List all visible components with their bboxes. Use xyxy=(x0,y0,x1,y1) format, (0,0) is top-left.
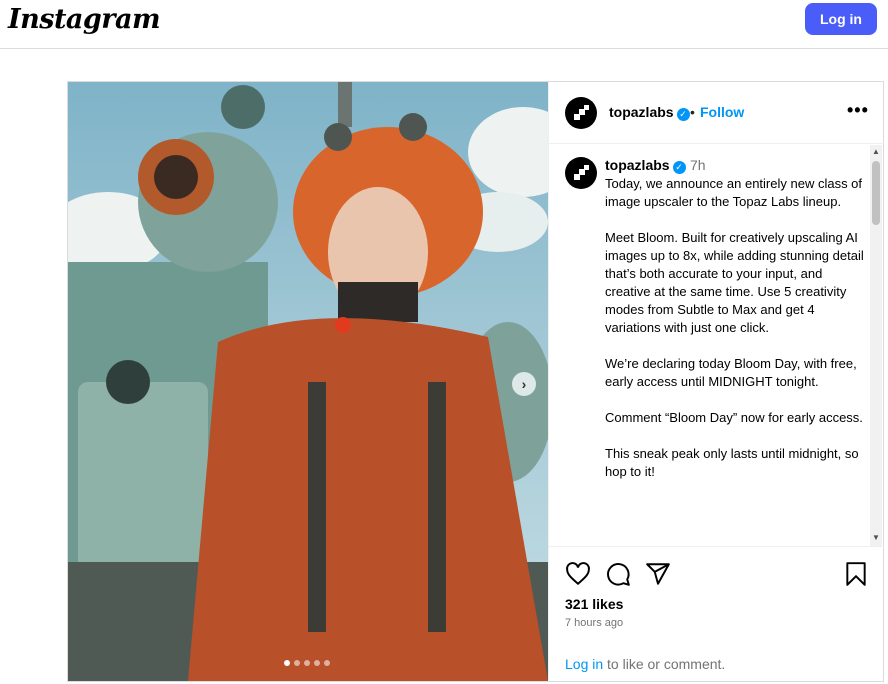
login-link[interactable]: Log in xyxy=(565,656,603,672)
post-header: topazlabs ✓ • Follow ••• xyxy=(549,82,884,144)
caption-area: topazlabs ✓ 7h Today, we announce an enti… xyxy=(549,145,884,546)
share-icon[interactable] xyxy=(645,561,671,587)
caption-scrollbar[interactable]: ▲ ▼ xyxy=(870,145,882,546)
verified-badge-icon: ✓ xyxy=(672,161,686,174)
carousel-dot xyxy=(284,660,290,666)
post-actions: 321 likes 7 hours ago Log in to like or … xyxy=(549,546,884,681)
author-username[interactable]: topazlabs ✓ xyxy=(609,104,690,121)
post-dialog: › topazlabs ✓ • Follow ••• topazlabs ✓ 7… xyxy=(67,81,884,682)
next-image-arrow-icon[interactable]: › xyxy=(512,372,536,396)
comment-icon[interactable] xyxy=(605,561,631,587)
login-button[interactable]: Log in xyxy=(805,3,877,35)
verified-badge-icon: ✓ xyxy=(676,108,690,121)
carousel-dot xyxy=(294,660,300,666)
post-time-ago: 7 hours ago xyxy=(565,617,624,629)
caption-username[interactable]: topazlabs ✓ xyxy=(605,157,686,174)
instagram-logo[interactable]: Instagram xyxy=(8,4,161,35)
save-bookmark-icon[interactable] xyxy=(843,561,869,587)
carousel-dot xyxy=(304,660,310,666)
scroll-thumb[interactable] xyxy=(872,161,880,225)
more-options-icon[interactable]: ••• xyxy=(847,100,869,121)
caption-time: 7h xyxy=(690,157,706,173)
top-bar: Instagram Log in xyxy=(0,0,888,49)
author-avatar[interactable] xyxy=(565,97,597,129)
carousel-dot xyxy=(324,660,330,666)
likes-count[interactable]: 321 likes xyxy=(565,596,623,612)
caption-text: Today, we announce an entirely new class… xyxy=(605,176,864,479)
carousel-dot xyxy=(314,660,320,666)
caption-avatar[interactable] xyxy=(565,157,597,189)
post-image[interactable]: › xyxy=(68,82,548,681)
carousel-dots xyxy=(284,660,330,666)
like-heart-icon[interactable] xyxy=(565,561,591,587)
scroll-down-icon[interactable]: ▼ xyxy=(872,533,880,542)
header-separator: • xyxy=(690,104,695,120)
illustration xyxy=(68,82,548,681)
follow-button[interactable]: Follow xyxy=(700,104,744,120)
login-prompt: Log in to like or comment. xyxy=(565,656,726,672)
scroll-up-icon[interactable]: ▲ xyxy=(872,147,880,156)
post-side-panel: topazlabs ✓ • Follow ••• topazlabs ✓ 7h To… xyxy=(548,82,884,681)
